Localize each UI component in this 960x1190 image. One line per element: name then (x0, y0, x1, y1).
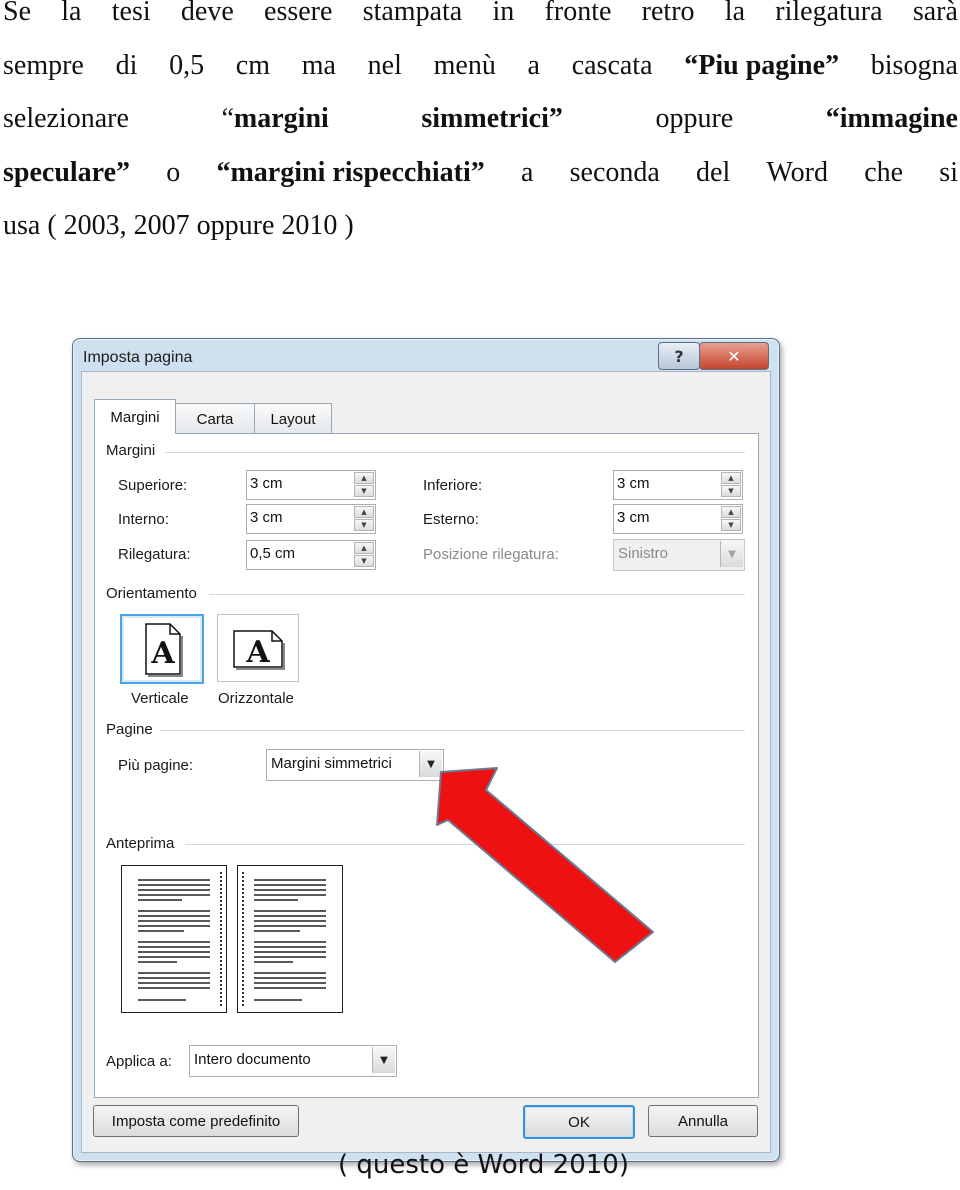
tab-margini[interactable]: Margini (94, 399, 176, 434)
caption: ( questo è Word 2010) (338, 1150, 629, 1180)
red-arrow-annotation (436, 767, 654, 963)
